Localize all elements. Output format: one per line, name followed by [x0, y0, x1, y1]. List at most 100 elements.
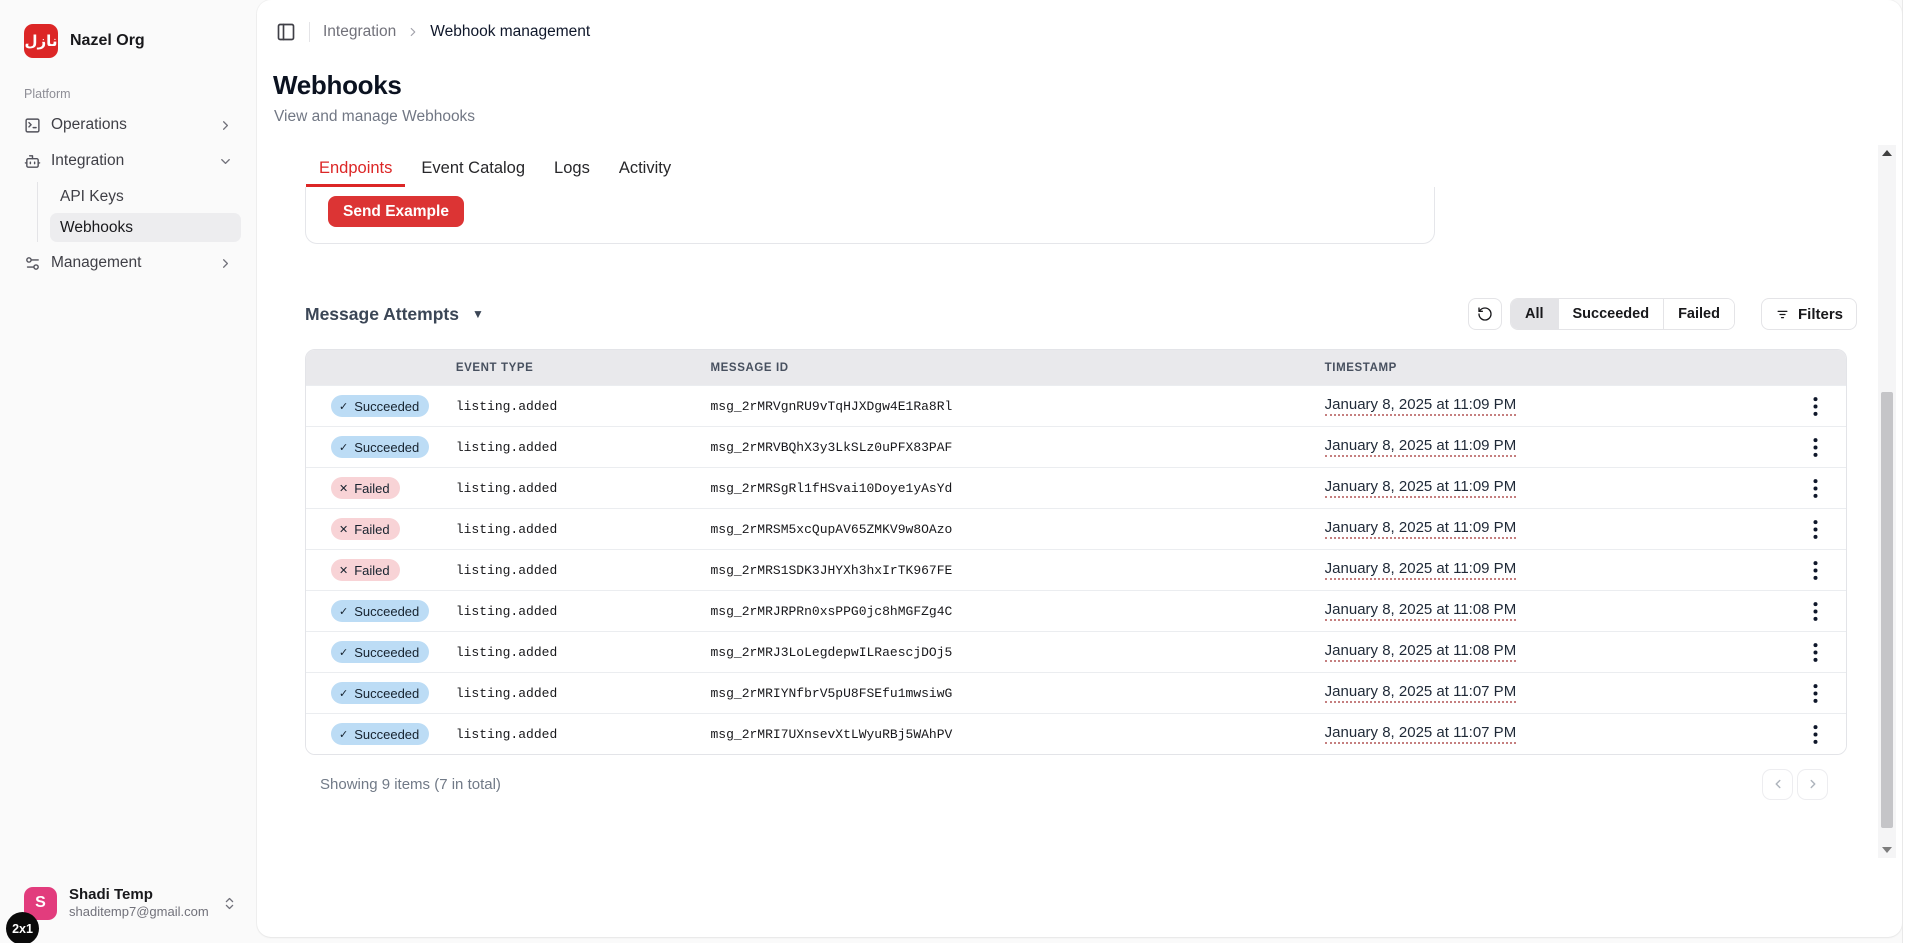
sidebar-item-management[interactable]: Management	[16, 248, 241, 278]
status-badge-label: Failed	[354, 522, 389, 537]
filters-button[interactable]: Filters	[1761, 298, 1857, 330]
attempts-controls: All Succeeded Failed Filters	[1468, 298, 1857, 330]
kebab-menu-icon	[1813, 602, 1818, 621]
segment-succeeded[interactable]: Succeeded	[1559, 299, 1665, 329]
table-row: ✓ Succeeded listing.added msg_2rMRI7UXns…	[306, 713, 1846, 754]
row-menu-button[interactable]	[1805, 557, 1826, 584]
user-name: Shadi Temp	[69, 886, 210, 904]
chevron-right-icon	[218, 118, 233, 133]
main-panel: Integration Webhook management Webhooks …	[257, 0, 1902, 937]
row-menu-button[interactable]	[1805, 393, 1826, 420]
pagination	[1762, 769, 1828, 800]
status-badge: ✓ Succeeded	[331, 600, 429, 622]
table-row: ✓ Succeeded listing.added msg_2rMRVBQhX3…	[306, 426, 1846, 467]
message-attempts-bar: Message Attempts ▼ All Succeeded Failed …	[305, 295, 1857, 333]
table-row: ✕ Failed listing.added msg_2rMRSgRl1fHSv…	[306, 467, 1846, 508]
content-scrollbar[interactable]	[1878, 145, 1896, 858]
message-id-cell: msg_2rMRI7UXnsevXtLWyuRBj5WAhPV	[710, 727, 1324, 742]
timestamp-value[interactable]: January 8, 2025 at 11:09 PM	[1325, 437, 1517, 457]
status-badge-icon: ✓	[339, 728, 348, 741]
row-menu-button[interactable]	[1805, 475, 1826, 502]
sidebar-item-operations[interactable]: Operations	[16, 110, 241, 140]
scroll-down-arrow-icon[interactable]	[1882, 847, 1892, 853]
sidebar-item-label: Webhooks	[60, 219, 133, 237]
org-switcher[interactable]: نازل Nazel Org	[16, 22, 245, 60]
tab-logs[interactable]: Logs	[541, 152, 603, 187]
refresh-button[interactable]	[1468, 298, 1502, 330]
terminal-icon	[24, 117, 41, 134]
attempts-table-body: ✓ Succeeded listing.added msg_2rMRVgnRU9…	[306, 385, 1846, 754]
status-badge: ✕ Failed	[331, 477, 400, 499]
row-menu-button[interactable]	[1805, 598, 1826, 625]
timestamp-value[interactable]: January 8, 2025 at 11:09 PM	[1325, 478, 1517, 498]
breadcrumb-parent[interactable]: Integration	[323, 23, 396, 41]
row-menu-button[interactable]	[1805, 434, 1826, 461]
user-menu[interactable]: S Shadi Temp shaditemp7@gmail.com	[16, 884, 245, 922]
sidebar-item-label: Integration	[51, 152, 208, 170]
filters-button-label: Filters	[1798, 306, 1843, 323]
bot-icon	[24, 153, 41, 170]
table-header: EVENT TYPE MESSAGE ID TIMESTAMP	[306, 350, 1846, 385]
message-id-cell: msg_2rMRVBQhX3y3LkSLz0uPFX83PAF	[710, 440, 1324, 455]
prev-page-button[interactable]	[1762, 769, 1793, 800]
tab-activity[interactable]: Activity	[606, 152, 684, 187]
sidebar-toggle-icon[interactable]	[276, 22, 296, 42]
page-title: Webhooks	[273, 70, 402, 101]
status-badge-icon: ✓	[339, 400, 348, 413]
timestamp-value[interactable]: January 8, 2025 at 11:07 PM	[1325, 683, 1517, 703]
table-row: ✓ Succeeded listing.added msg_2rMRJRPRn0…	[306, 590, 1846, 631]
kebab-menu-icon	[1813, 684, 1818, 703]
kebab-menu-icon	[1813, 520, 1818, 539]
timestamp-value[interactable]: January 8, 2025 at 11:09 PM	[1325, 519, 1517, 539]
status-badge: ✓ Succeeded	[331, 395, 429, 417]
timestamp-value[interactable]: January 8, 2025 at 11:07 PM	[1325, 724, 1517, 744]
sidebar-section-label: Platform	[24, 87, 71, 101]
dev-tools-badge[interactable]: 2x1	[6, 912, 39, 943]
row-menu-button[interactable]	[1805, 680, 1826, 707]
topbar: Integration Webhook management	[276, 0, 590, 64]
tab-endpoints[interactable]: Endpoints	[306, 152, 405, 187]
sidebar-item-integration[interactable]: Integration	[16, 146, 241, 176]
table-row: ✓ Succeeded listing.added msg_2rMRIYNfbr…	[306, 672, 1846, 713]
sliders-icon	[24, 255, 41, 272]
sidebar-item-webhooks[interactable]: Webhooks	[50, 213, 241, 242]
table-row: ✓ Succeeded listing.added msg_2rMRVgnRU9…	[306, 385, 1846, 426]
status-badge: ✓ Succeeded	[331, 723, 429, 745]
segment-failed[interactable]: Failed	[1664, 299, 1734, 329]
chevrons-up-down-icon	[222, 896, 237, 911]
scroll-up-arrow-icon[interactable]	[1882, 150, 1892, 156]
tab-event-catalog[interactable]: Event Catalog	[408, 152, 538, 187]
status-badge-icon: ✕	[339, 564, 348, 577]
scrollbar-thumb[interactable]	[1881, 392, 1893, 828]
send-example-button[interactable]: Send Example	[328, 196, 464, 227]
org-logo: نازل	[24, 24, 58, 58]
breadcrumb-current: Webhook management	[430, 23, 590, 41]
status-badge-label: Failed	[354, 563, 389, 578]
timestamp-value[interactable]: January 8, 2025 at 11:09 PM	[1325, 560, 1517, 580]
next-page-button[interactable]	[1797, 769, 1828, 800]
page-subtitle: View and manage Webhooks	[274, 108, 475, 126]
breadcrumb: Integration Webhook management	[323, 23, 590, 41]
breadcrumb-chevron-icon	[406, 25, 420, 39]
status-badge: ✕ Failed	[331, 518, 400, 540]
message-attempts-dropdown[interactable]: Message Attempts ▼	[305, 304, 484, 325]
status-badge-icon: ✓	[339, 441, 348, 454]
timestamp-value[interactable]: January 8, 2025 at 11:09 PM	[1325, 396, 1517, 416]
page-scrollbar-gutter[interactable]	[1902, 0, 1919, 943]
filter-icon	[1775, 307, 1790, 322]
row-menu-button[interactable]	[1805, 639, 1826, 666]
kebab-menu-icon	[1813, 725, 1818, 744]
message-id-cell: msg_2rMRVgnRU9vTqHJXDgw4E1Ra8Rl	[710, 399, 1324, 414]
row-menu-button[interactable]	[1805, 516, 1826, 543]
chevron-left-icon	[1771, 777, 1785, 791]
message-id-cell: msg_2rMRSgRl1fHSvai10Doye1yAsYd	[710, 481, 1324, 496]
kebab-menu-icon	[1813, 643, 1818, 662]
status-badge-icon: ✓	[339, 605, 348, 618]
sidebar-item-api-keys[interactable]: API Keys	[50, 182, 241, 211]
row-menu-button[interactable]	[1805, 721, 1826, 748]
segment-all[interactable]: All	[1511, 299, 1559, 329]
timestamp-value[interactable]: January 8, 2025 at 11:08 PM	[1325, 601, 1517, 621]
timestamp-value[interactable]: January 8, 2025 at 11:08 PM	[1325, 642, 1517, 662]
items-count-text: Showing 9 items (7 in total)	[320, 776, 501, 793]
kebab-menu-icon	[1813, 479, 1818, 498]
